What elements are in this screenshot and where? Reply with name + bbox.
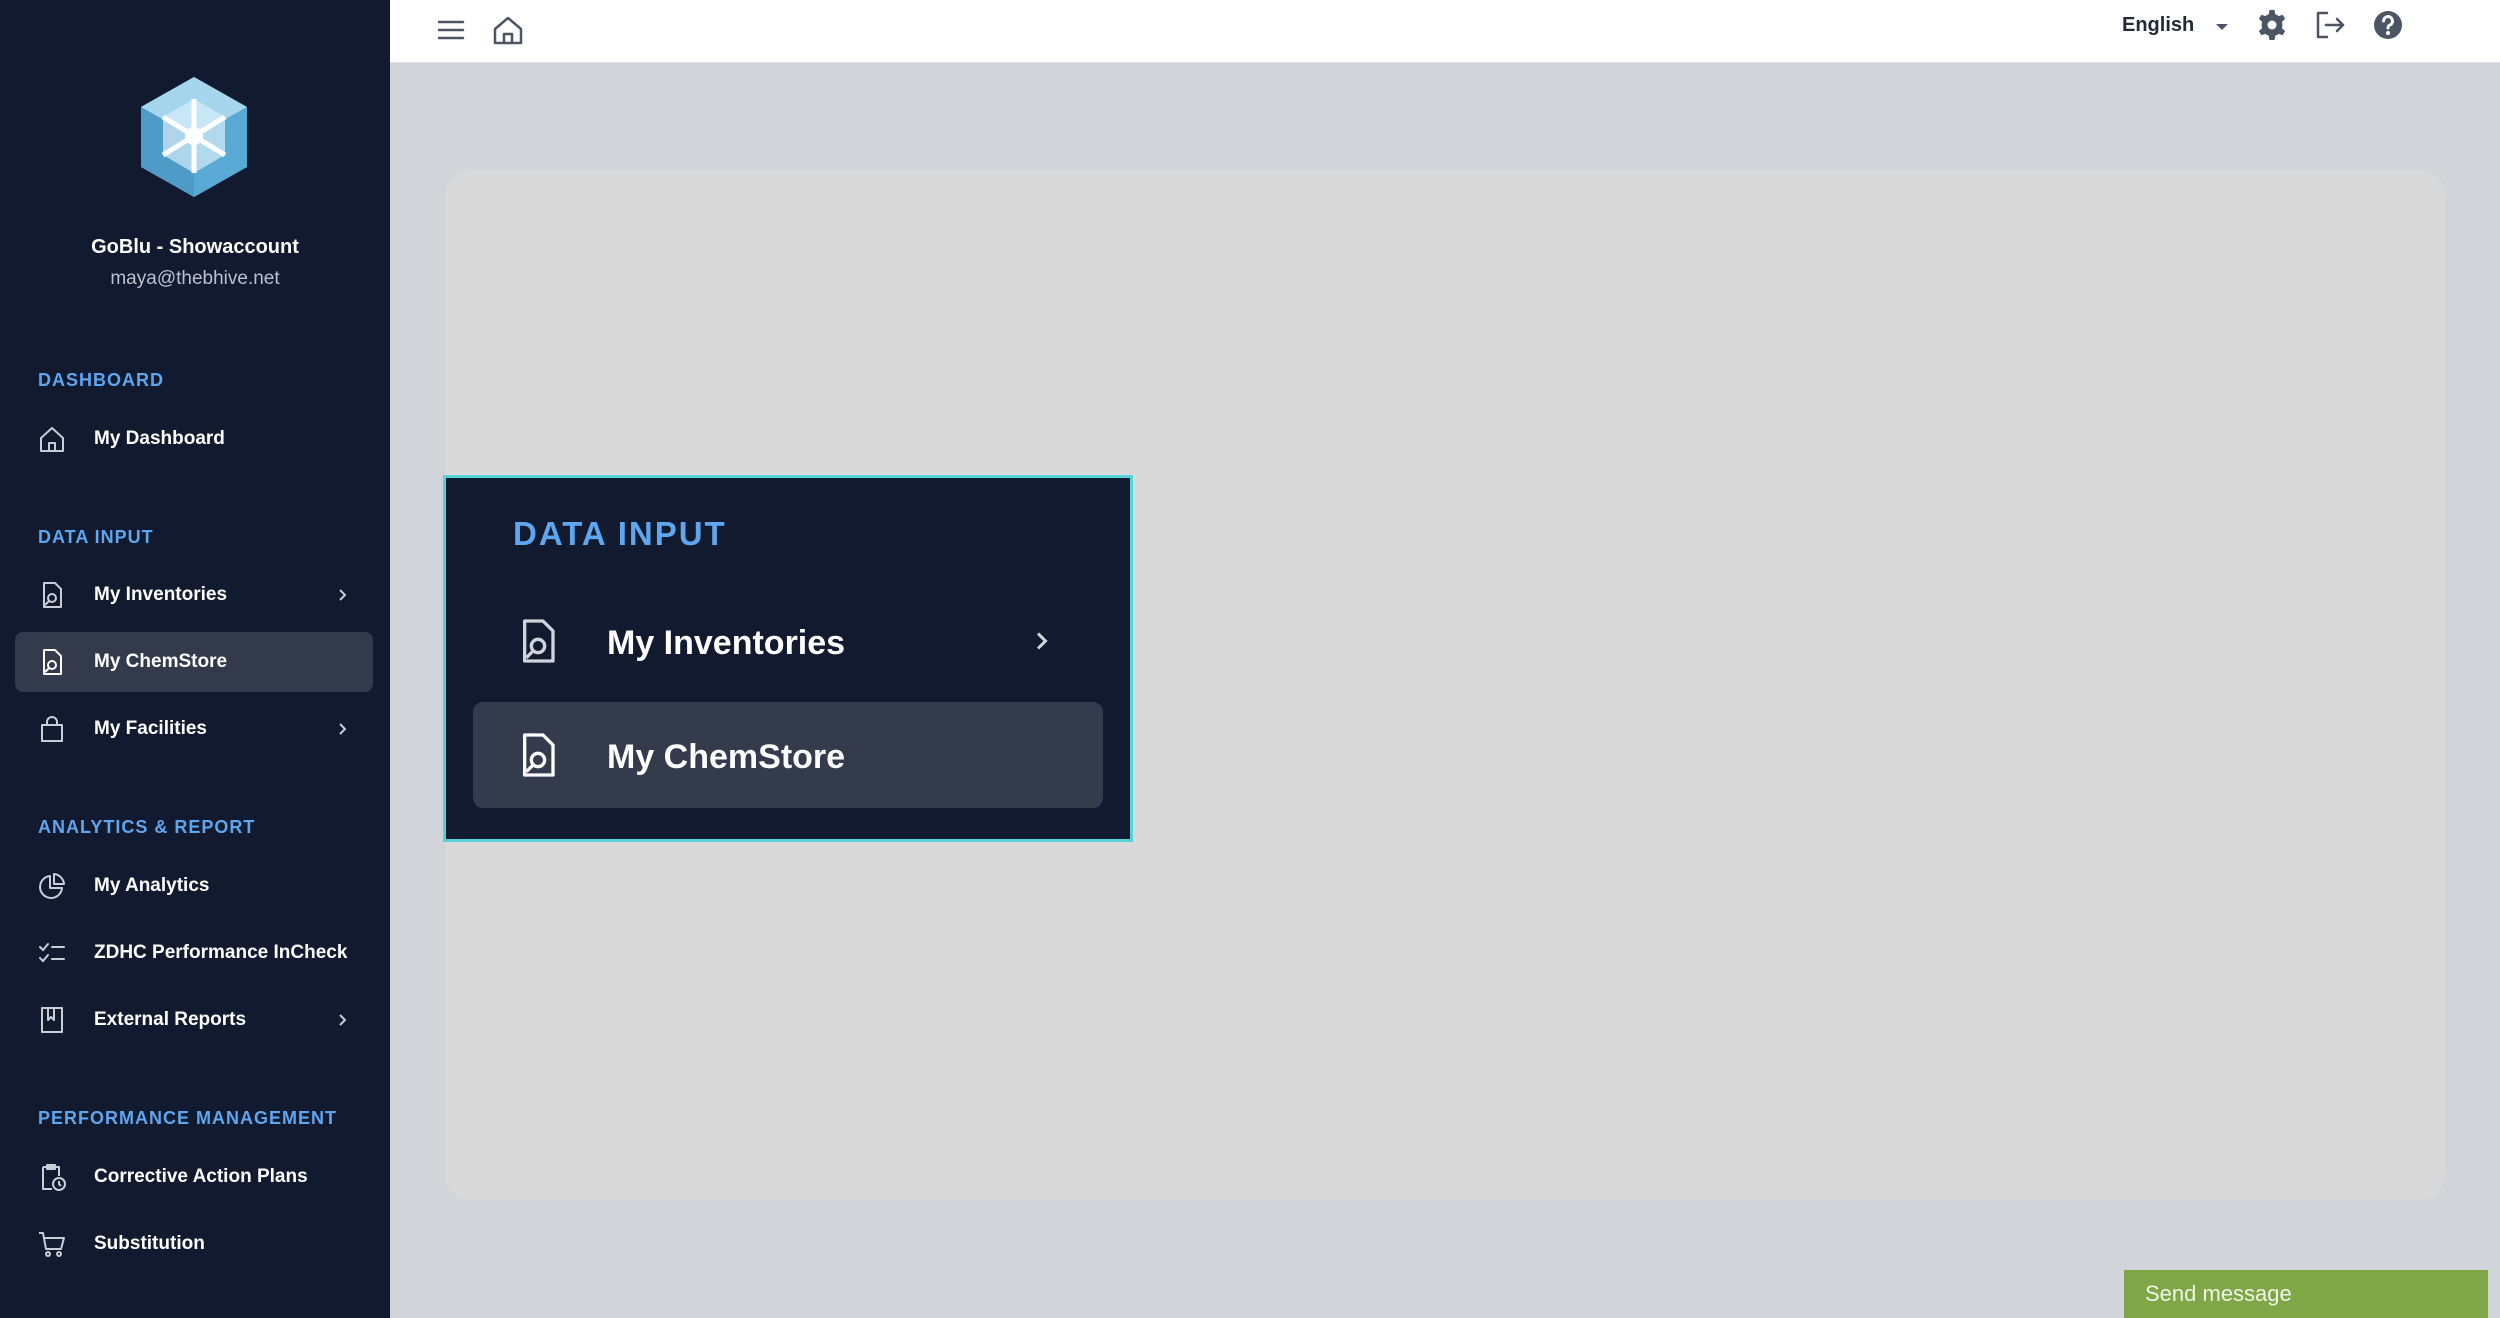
- book-icon: [37, 1005, 67, 1035]
- chevron-right-icon: [332, 585, 352, 605]
- checklist-icon: [37, 938, 67, 968]
- document-search-icon: [513, 615, 563, 667]
- document-search-icon: [37, 580, 67, 610]
- sidebar-item-label: My ChemStore: [94, 651, 228, 672]
- sidebar-item-substitution[interactable]: Substitution: [15, 1214, 373, 1274]
- callout-item-my-chemstore[interactable]: My ChemStore: [473, 702, 1103, 808]
- menu-icon[interactable]: [433, 12, 469, 48]
- callout-item-label: My Inventories: [607, 624, 846, 662]
- sidebar-item-label: My Analytics: [94, 875, 210, 896]
- sidebar-item-label: Substitution: [94, 1233, 205, 1254]
- shopping-cart-icon: [37, 1229, 67, 1259]
- chevron-right-icon: [1026, 626, 1056, 656]
- section-title-data-input: DATA INPUT: [38, 527, 154, 547]
- pie-chart-icon: [37, 871, 67, 901]
- send-message-button[interactable]: Send message: [2124, 1270, 2488, 1318]
- account-email: maya@thebhive.net: [110, 268, 280, 289]
- clipboard-clock-icon: [37, 1162, 67, 1192]
- company-logo-icon: [133, 75, 255, 199]
- home-icon[interactable]: [490, 12, 526, 48]
- document-search-icon: [513, 729, 563, 781]
- help-icon[interactable]: [2370, 7, 2406, 43]
- chevron-right-icon: [332, 1010, 352, 1030]
- logout-icon[interactable]: [2312, 7, 2348, 43]
- sidebar-item-my-chemstore[interactable]: My ChemStore: [15, 632, 373, 692]
- sidebar-item-corrective-action-plans[interactable]: Corrective Action Plans: [15, 1147, 373, 1207]
- sidebar-item-label: External Reports: [94, 1009, 247, 1030]
- sidebar-item-label: My Dashboard: [94, 428, 225, 449]
- sidebar-item-external-reports[interactable]: External Reports: [15, 990, 373, 1050]
- sidebar-item-my-inventories[interactable]: My Inventories: [15, 565, 373, 625]
- sidebar-item-label: Corrective Action Plans: [94, 1166, 308, 1187]
- chevron-down-icon[interactable]: [2204, 9, 2240, 45]
- sidebar-item-label: My Inventories: [94, 584, 228, 605]
- gear-icon[interactable]: [2254, 7, 2290, 43]
- callout-item-my-inventories[interactable]: My Inventories: [473, 588, 1103, 694]
- highlight-callout: DATA INPUT My Inventories My ChemStore: [443, 475, 1133, 842]
- sidebar-item-label: ZDHC Performance InCheck: [94, 942, 348, 963]
- sidebar-item-my-dashboard[interactable]: My Dashboard: [15, 409, 373, 469]
- shopping-bag-icon: [37, 714, 67, 744]
- sidebar: GoBlu - Showaccount maya@thebhive.net DA…: [0, 0, 390, 1318]
- sidebar-item-label: My Facilities: [94, 718, 207, 739]
- top-bar: English: [390, 0, 2500, 63]
- section-title-dashboard: DASHBOARD: [38, 370, 164, 390]
- sidebar-item-zdhc-performance-incheck[interactable]: ZDHC Performance InCheck: [15, 923, 373, 983]
- account-name: GoBlu - Showaccount: [91, 236, 299, 258]
- callout-section-title: DATA INPUT: [513, 515, 727, 552]
- document-search-icon: [37, 647, 67, 677]
- callout-item-label: My ChemStore: [607, 738, 846, 776]
- home-icon: [37, 424, 67, 454]
- section-title-analytics-report: ANALYTICS & REPORT: [38, 817, 256, 837]
- language-selector[interactable]: English: [2122, 14, 2194, 37]
- chevron-right-icon: [332, 719, 352, 739]
- section-title-performance-management: PERFORMANCE MANAGEMENT: [38, 1108, 337, 1128]
- sidebar-item-my-analytics[interactable]: My Analytics: [15, 856, 373, 916]
- sidebar-item-my-facilities[interactable]: My Facilities: [15, 699, 373, 759]
